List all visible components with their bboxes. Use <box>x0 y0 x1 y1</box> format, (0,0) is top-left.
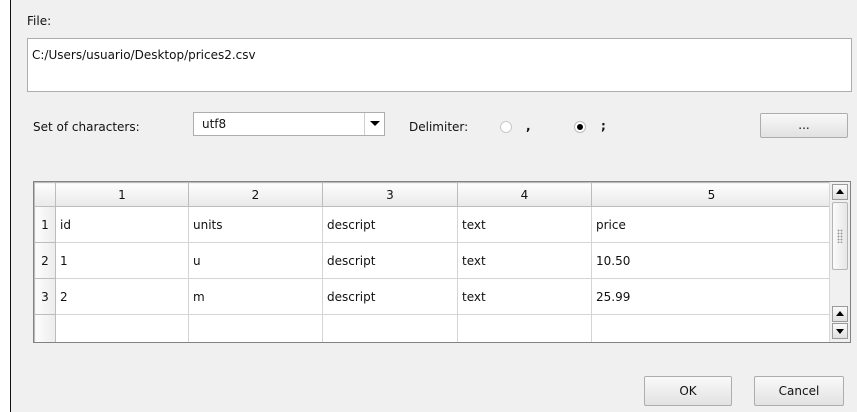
preview-table: 1 2 3 4 5 1 id units descript text price <box>33 181 851 343</box>
grip-icon <box>837 229 843 243</box>
table-cell[interactable]: 1 <box>55 242 189 279</box>
column-header[interactable]: 1 <box>55 182 189 207</box>
import-csv-dialog: File: C:/Users/usuario/Desktop/prices2.c… <box>10 0 857 412</box>
table-cell[interactable]: text <box>457 206 592 243</box>
preview-grid: 1 2 3 4 5 1 id units descript text price <box>34 182 832 342</box>
browse-button[interactable]: ... <box>760 113 848 138</box>
column-header[interactable]: 3 <box>322 182 458 207</box>
table-cell[interactable]: 25.99 <box>591 278 832 315</box>
scroll-thumb[interactable] <box>832 202 848 270</box>
row-header[interactable]: 2 <box>34 242 56 279</box>
table-corner[interactable] <box>34 182 56 207</box>
table-cell[interactable]: id <box>55 206 189 243</box>
table-cell[interactable]: descript <box>322 278 458 315</box>
table-cell[interactable]: descript <box>322 206 458 243</box>
column-header[interactable]: 5 <box>591 182 832 207</box>
combo-dropdown-button[interactable] <box>364 113 384 135</box>
table-cell[interactable]: price <box>591 206 832 243</box>
file-path-field[interactable]: C:/Users/usuario/Desktop/prices2.csv <box>27 38 852 92</box>
row-header[interactable]: 1 <box>34 206 56 243</box>
table-cell[interactable] <box>591 314 832 342</box>
radio-semicolon[interactable] <box>574 121 586 133</box>
table-cell[interactable]: text <box>457 278 592 315</box>
arrow-down-icon <box>836 329 844 334</box>
file-label: File: <box>27 14 52 28</box>
table-row: 1 id units descript text price <box>34 206 832 243</box>
table-cell[interactable]: 10.50 <box>591 242 832 279</box>
scroll-down-button[interactable] <box>832 323 848 339</box>
table-cell[interactable] <box>55 314 189 342</box>
table-cell[interactable] <box>322 314 458 342</box>
table-cell[interactable]: u <box>188 242 323 279</box>
scroll-up-button[interactable] <box>832 184 848 200</box>
radio-comma[interactable] <box>500 121 512 133</box>
cancel-button[interactable]: Cancel <box>754 376 844 406</box>
table-cell[interactable]: descript <box>322 242 458 279</box>
table-cell[interactable] <box>457 314 592 342</box>
charset-selected-value: utf8 <box>202 117 227 131</box>
table-row <box>34 314 832 342</box>
table-row: 2 1 u descript text 10.50 <box>34 242 832 279</box>
charset-combobox[interactable]: utf8 <box>193 112 385 136</box>
charset-label: Set of characters: <box>33 120 140 134</box>
delimiter-label: Delimiter: <box>409 120 469 134</box>
column-header[interactable]: 2 <box>188 182 323 207</box>
row-header[interactable] <box>34 314 56 342</box>
ok-button[interactable]: OK <box>644 376 732 406</box>
arrow-up-icon <box>836 189 844 194</box>
arrow-up-icon <box>836 311 844 316</box>
table-cell[interactable]: m <box>188 278 323 315</box>
radio-semicolon-label: ; <box>601 119 606 133</box>
table-cell[interactable]: units <box>188 206 323 243</box>
vertical-scrollbar[interactable] <box>829 182 850 342</box>
radio-selected-dot <box>577 124 583 130</box>
scroll-up-button-lower[interactable] <box>832 306 848 322</box>
table-cell[interactable]: text <box>457 242 592 279</box>
chevron-down-icon <box>370 121 380 126</box>
table-cell[interactable] <box>188 314 323 342</box>
row-header[interactable]: 3 <box>34 278 56 315</box>
column-header[interactable]: 4 <box>457 182 592 207</box>
table-cell[interactable]: 2 <box>55 278 189 315</box>
table-row: 3 2 m descript text 25.99 <box>34 278 832 315</box>
radio-comma-label: , <box>526 119 531 133</box>
